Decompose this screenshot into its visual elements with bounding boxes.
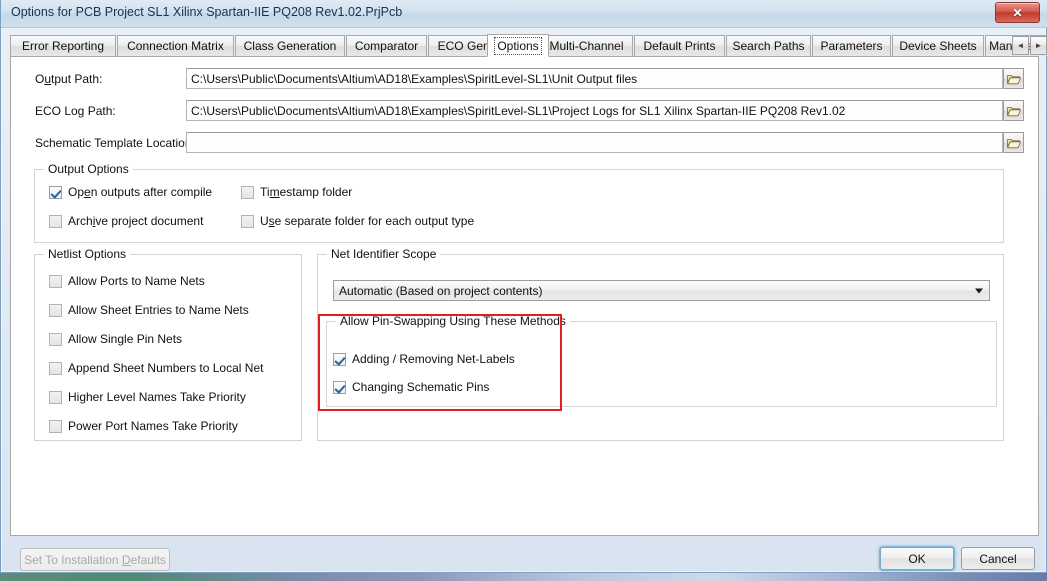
tab-search-paths[interactable]: Search Paths <box>726 35 811 56</box>
output-option-checkbox-2[interactable]: Archive project document <box>49 214 203 228</box>
dialog-window: Options for PCB Project SL1 Xilinx Spart… <box>0 0 1047 573</box>
tab-label: Class Generation <box>243 39 337 53</box>
tab-class-generation[interactable]: Class Generation <box>235 35 345 56</box>
set-to-installation-defaults-label: Set To Installation Defaults <box>24 552 166 567</box>
tab-label: Device Sheets <box>899 39 977 53</box>
checkbox-label: Use separate folder for each output type <box>260 214 475 228</box>
checkbox-label: Adding / Removing Net-Labels <box>352 352 515 366</box>
tab-comparator[interactable]: Comparator <box>346 35 427 56</box>
schematic-template-browse-button[interactable] <box>1003 132 1024 153</box>
output-options-group-title: Output Options <box>44 162 133 176</box>
output-option-checkbox-1[interactable]: Timestamp folder <box>241 185 352 199</box>
netlist-option-checkbox-2[interactable]: Allow Single Pin Nets <box>49 332 182 346</box>
checkbox-label: Allow Single Pin Nets <box>68 332 183 346</box>
close-button[interactable]: ✕ <box>995 2 1040 23</box>
netlist-option-checkbox-3[interactable]: Append Sheet Numbers to Local Net <box>49 361 263 375</box>
net-identifier-scope-value: Automatic (Based on project contents) <box>339 283 543 298</box>
tab-multi-channel[interactable]: Multi-Channel <box>540 35 633 56</box>
chevron-right-icon: ► <box>1034 41 1043 50</box>
title-bar: Options for PCB Project SL1 Xilinx Spart… <box>1 0 1047 28</box>
tab-connection-matrix[interactable]: Connection Matrix <box>117 35 234 56</box>
checkbox-unchecked-icon[interactable] <box>49 390 62 404</box>
set-to-installation-defaults-button[interactable]: Set To Installation Defaults <box>20 548 170 571</box>
tab-strip: Error Reporting Connection Matrix Class Ge… <box>10 34 1047 57</box>
netlist-option-checkbox-5[interactable]: Power Port Names Take Priority <box>49 419 238 433</box>
checkbox-label: Open outputs after compile <box>68 185 213 199</box>
tab-scroll-next-button[interactable]: ► <box>1030 36 1047 55</box>
options-tab-page: Output Path: C:\Users\Public\Documents\A… <box>10 56 1039 536</box>
output-option-checkbox-3[interactable]: Use separate folder for each output type <box>241 214 474 228</box>
checkbox-checked-icon[interactable] <box>333 380 346 394</box>
tab-options[interactable]: Options <box>487 34 549 57</box>
eco-log-path-browse-button[interactable] <box>1003 100 1024 121</box>
netlist-option-checkbox-4[interactable]: Higher Level Names Take Priority <box>49 390 246 404</box>
checkbox-unchecked-icon[interactable] <box>241 185 254 199</box>
output-path-browse-button[interactable] <box>1003 68 1024 89</box>
output-path-label: Output Path: <box>35 72 103 86</box>
checkbox-unchecked-icon[interactable] <box>49 332 62 346</box>
checkbox-label: Changing Schematic Pins <box>352 380 490 394</box>
close-icon: ✕ <box>1012 5 1023 20</box>
checkbox-unchecked-icon[interactable] <box>49 214 62 228</box>
checkbox-label: Higher Level Names Take Priority <box>68 390 246 404</box>
tab-error-reporting[interactable]: Error Reporting <box>10 35 116 56</box>
net-identifier-scope-group: Net Identifier Scope Automatic (Based on… <box>317 247 1004 441</box>
tab-default-prints[interactable]: Default Prints <box>634 35 725 56</box>
open-folder-icon <box>1006 74 1021 84</box>
tab-device-sheets[interactable]: Device Sheets <box>892 35 984 56</box>
tab-scroll-prev-button[interactable]: ◄ <box>1012 36 1029 55</box>
checkbox-label: Power Port Names Take Priority <box>68 419 238 433</box>
chevron-left-icon: ◄ <box>1016 41 1025 50</box>
checkbox-unchecked-icon[interactable] <box>49 303 62 317</box>
cancel-button[interactable]: Cancel <box>961 547 1035 570</box>
pin-swapping-checkbox-1[interactable]: Changing Schematic Pins <box>333 380 489 394</box>
schematic-template-location-input[interactable] <box>186 132 1003 153</box>
tab-label: Parameters <box>820 39 883 53</box>
net-identifier-scope-select[interactable]: Automatic (Based on project contents) <box>333 280 990 301</box>
netlist-options-group-title: Netlist Options <box>44 247 131 261</box>
open-folder-icon <box>1006 138 1021 148</box>
tab-parameters[interactable]: Parameters <box>812 35 891 56</box>
tab-label: Multi-Channel <box>549 39 624 53</box>
schematic-template-location-label: Schematic Template Location: <box>35 136 195 150</box>
checkbox-checked-icon[interactable] <box>333 352 346 366</box>
checkbox-checked-icon[interactable] <box>49 185 62 199</box>
checkbox-unchecked-icon[interactable] <box>49 419 62 433</box>
tab-label: Default Prints <box>643 39 716 53</box>
checkbox-label: Append Sheet Numbers to Local Net <box>68 361 264 375</box>
checkbox-unchecked-icon[interactable] <box>49 361 62 375</box>
tab-label: Error Reporting <box>21 39 105 53</box>
tab-label: Comparator <box>354 39 419 53</box>
checkbox-label: Allow Sheet Entries to Name Nets <box>68 303 249 317</box>
netlist-option-checkbox-1[interactable]: Allow Sheet Entries to Name Nets <box>49 303 249 317</box>
net-identifier-scope-group-title: Net Identifier Scope <box>327 247 441 261</box>
checkbox-label: Archive project document <box>68 214 204 228</box>
tab-label: Connection Matrix <box>127 39 224 53</box>
checkbox-unchecked-icon[interactable] <box>49 274 62 288</box>
window-title: Options for PCB Project SL1 Xilinx Spart… <box>11 5 403 19</box>
checkbox-unchecked-icon[interactable] <box>241 214 254 228</box>
eco-log-path-label: ECO Log Path: <box>35 104 116 118</box>
checkbox-label: Timestamp folder <box>260 185 353 199</box>
ok-button[interactable]: OK <box>880 547 954 570</box>
chevron-down-icon <box>975 288 983 293</box>
eco-log-path-input[interactable]: C:\Users\Public\Documents\Altium\AD18\Ex… <box>186 100 1003 121</box>
tab-label: Options <box>494 36 542 55</box>
netlist-option-checkbox-0[interactable]: Allow Ports to Name Nets <box>49 274 205 288</box>
pin-swapping-group-title: Allow Pin-Swapping Using These Methods <box>336 314 570 328</box>
pin-swapping-checkbox-0[interactable]: Adding / Removing Net-Labels <box>333 352 515 366</box>
checkbox-label: Allow Ports to Name Nets <box>68 274 205 288</box>
output-options-group: Output Options <box>34 162 1004 243</box>
tab-label: Search Paths <box>732 39 805 53</box>
output-path-input[interactable]: C:\Users\Public\Documents\Altium\AD18\Ex… <box>186 68 1003 89</box>
open-folder-icon <box>1006 106 1021 116</box>
output-option-checkbox-0[interactable]: Open outputs after compile <box>49 185 212 199</box>
